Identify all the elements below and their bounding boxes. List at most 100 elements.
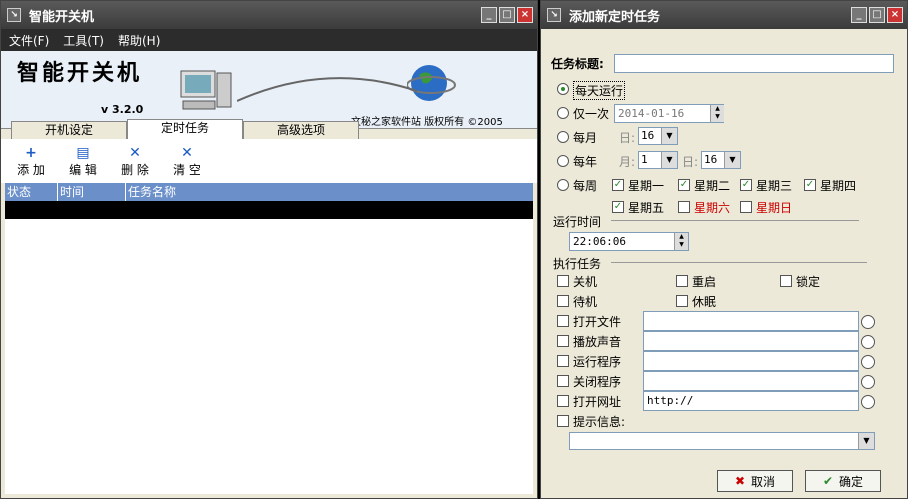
dialog-title: 添加新定时任务	[569, 9, 661, 25]
ok-button[interactable]: ✔ 确定	[805, 470, 881, 492]
checkbox-shutdown[interactable]	[557, 275, 569, 287]
run-program-input[interactable]	[643, 351, 859, 371]
daily-label: 每天运行	[573, 81, 626, 100]
checkbox-sunday[interactable]	[740, 201, 752, 213]
monthly-day-label: 日:	[619, 131, 636, 145]
thursday-label: 星期四	[820, 179, 857, 193]
prompt-message-label: 提示信息:	[573, 415, 626, 429]
checkbox-lock[interactable]	[780, 275, 792, 287]
radio-yearly[interactable]	[557, 155, 569, 167]
table-row[interactable]	[5, 201, 533, 219]
open-file-input[interactable]	[643, 311, 859, 331]
menu-file[interactable]: 文件(F)	[9, 32, 49, 49]
column-time[interactable]: 时间	[58, 183, 126, 201]
divider	[611, 262, 867, 263]
maximize-button[interactable]: □	[499, 7, 515, 23]
run-time-input[interactable]: 22:06:06	[569, 232, 689, 251]
exec-task-label: 执行任务	[553, 257, 602, 271]
radio-once[interactable]	[557, 107, 569, 119]
browse-button[interactable]	[861, 395, 875, 409]
browse-button[interactable]	[861, 375, 875, 389]
document-icon: ▤	[76, 145, 90, 161]
clear-button[interactable]: ✕ 清 空	[167, 145, 207, 183]
close-button[interactable]: ×	[887, 7, 903, 23]
minimize-button[interactable]: _	[481, 7, 497, 23]
menu-help[interactable]: 帮助(H)	[118, 32, 160, 49]
column-task-name[interactable]: 任务名称	[126, 183, 533, 201]
once-date-input[interactable]: 2014-01-16	[614, 104, 724, 123]
add-button[interactable]: + 添 加	[11, 145, 51, 183]
play-sound-input[interactable]	[643, 331, 859, 351]
menubar: 文件(F) 工具(T) 帮助(H)	[1, 29, 537, 51]
chevron-down-icon: ▼	[724, 152, 740, 168]
browse-button[interactable]	[861, 355, 875, 369]
tab-advanced[interactable]: 高级选项	[243, 121, 359, 139]
tuesday-label: 星期二	[694, 179, 731, 193]
checkbox-wednesday[interactable]: ✓	[740, 179, 752, 191]
radio-weekly[interactable]	[557, 179, 569, 191]
friday-label: 星期五	[628, 201, 665, 215]
version-text: v 3.2.0	[101, 103, 144, 116]
checkbox-friday[interactable]: ✓	[612, 201, 624, 213]
tab-boot-settings[interactable]: 开机设定	[11, 121, 127, 139]
sunday-label: 星期日	[756, 201, 793, 215]
yearly-label: 每年	[573, 155, 598, 169]
checkbox-hibernate[interactable]	[676, 295, 688, 307]
checkbox-restart[interactable]	[676, 275, 688, 287]
time-spinner[interactable]: ▲ ▼	[674, 233, 688, 250]
browse-button[interactable]	[861, 315, 875, 329]
tab-scheduled-tasks[interactable]: 定时任务	[127, 119, 243, 139]
close-program-input[interactable]	[643, 371, 859, 391]
plus-icon: +	[25, 145, 37, 161]
banner-swoosh	[237, 77, 417, 102]
tab-strip: 开机设定 定时任务 高级选项	[11, 119, 359, 139]
monday-label: 星期一	[628, 179, 665, 193]
minimize-button[interactable]: _	[851, 7, 867, 23]
checkbox-run-program[interactable]	[557, 355, 569, 367]
checkbox-play-sound[interactable]	[557, 335, 569, 347]
maximize-button[interactable]: □	[869, 7, 885, 23]
main-titlebar: ↘ 智能开关机 _ □ ×	[1, 1, 537, 29]
cancel-button[interactable]: ✖ 取消	[717, 470, 793, 492]
x-icon: ✖	[734, 474, 746, 488]
yearly-day-select[interactable]: 16 ▼	[701, 151, 741, 169]
radio-monthly[interactable]	[557, 131, 569, 143]
app-icon[interactable]: ↘	[547, 8, 561, 22]
checkbox-standby[interactable]	[557, 295, 569, 307]
checkmark-icon: ✔	[822, 474, 834, 488]
monthly-label: 每月	[573, 131, 598, 145]
delete-button[interactable]: ✕ 删 除	[115, 145, 155, 183]
column-status[interactable]: 状态	[5, 183, 58, 201]
chevron-down-icon: ▼	[858, 433, 874, 449]
yearly-month-select[interactable]: 1 ▼	[638, 151, 678, 169]
main-window: ↘ 智能开关机 _ □ × 文件(F) 工具(T) 帮助(H) 智能开关机 v …	[0, 0, 538, 499]
close-button[interactable]: ×	[517, 7, 533, 23]
monthly-day-select[interactable]: 16 ▼	[638, 127, 678, 145]
logo-text: 智能开关机	[17, 60, 143, 86]
app-icon[interactable]: ↘	[7, 8, 21, 22]
restart-label: 重启	[692, 275, 717, 289]
checkbox-open-file[interactable]	[557, 315, 569, 327]
x-icon: ✕	[129, 145, 141, 161]
checkbox-monday[interactable]: ✓	[612, 179, 624, 191]
checkbox-open-url[interactable]	[557, 395, 569, 407]
yearly-month-label: 月:	[619, 155, 636, 169]
prompt-message-select[interactable]: ▼	[569, 432, 875, 450]
task-list[interactable]	[5, 219, 533, 494]
checkbox-close-program[interactable]	[557, 375, 569, 387]
checkbox-thursday[interactable]: ✓	[804, 179, 816, 191]
edit-button[interactable]: ▤ 编 辑	[63, 145, 103, 183]
checkbox-saturday[interactable]	[678, 201, 690, 213]
radio-daily[interactable]	[557, 83, 569, 95]
menu-tools[interactable]: 工具(T)	[63, 32, 104, 49]
checkbox-prompt-message[interactable]	[557, 415, 569, 427]
date-spinner[interactable]: ▲ ▼	[710, 105, 724, 122]
url-input[interactable]: http://	[643, 391, 859, 411]
checkbox-tuesday[interactable]: ✓	[678, 179, 690, 191]
task-title-input[interactable]	[614, 54, 894, 73]
run-program-label: 运行程序	[573, 355, 622, 369]
run-time-label: 运行时间	[553, 215, 602, 229]
dialog-titlebar: ↘ 添加新定时任务 _ □ ×	[541, 1, 907, 29]
lock-label: 锁定	[796, 275, 821, 289]
browse-button[interactable]	[861, 335, 875, 349]
